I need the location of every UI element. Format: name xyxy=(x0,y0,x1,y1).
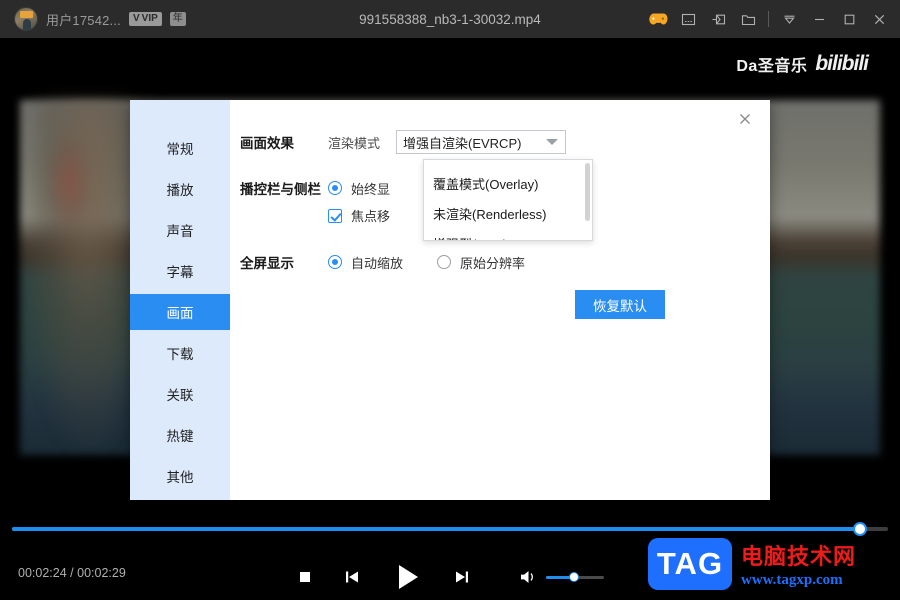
fullscreen-label: 全屏显示 xyxy=(240,256,294,271)
titlebar-buttons xyxy=(643,4,900,34)
row-focus-move: 焦点移 xyxy=(328,206,390,225)
sidebar-item-download[interactable]: 下载 xyxy=(130,336,230,371)
dropdown-scrollbar[interactable] xyxy=(585,163,590,221)
sidebar-item-label: 下载 xyxy=(166,347,194,363)
render-mode-dropdown: 覆盖模式(Overlay) 未渲染(Renderless) 增强型(EVR) xyxy=(423,159,593,241)
sidebar-item-label: 常规 xyxy=(166,141,194,157)
sidebar-item-label: 声音 xyxy=(166,223,194,239)
cast-icon[interactable] xyxy=(703,4,733,34)
volume-button[interactable] xyxy=(518,568,538,586)
sidebar-item-hotkeys[interactable]: 热键 xyxy=(130,418,230,453)
sidebar-item-audio[interactable]: 声音 xyxy=(130,212,230,247)
sidebar-item-label: 关联 xyxy=(166,388,194,404)
volume-slider[interactable] xyxy=(546,572,604,582)
picture-effect-label: 画面效果 xyxy=(240,136,294,151)
next-button[interactable] xyxy=(452,567,472,587)
play-button[interactable] xyxy=(390,560,424,594)
checkbox-focus-move-label: 焦点移 xyxy=(351,209,391,224)
sidebar-item-label: 热键 xyxy=(166,429,194,445)
watermark-text: 电脑技术网 www.tagxp.com xyxy=(741,539,856,589)
user-name: 用户17542... xyxy=(46,12,121,28)
previous-button[interactable] xyxy=(342,567,362,587)
stop-button[interactable] xyxy=(296,568,314,586)
sidebar-item-picture[interactable]: 画面 xyxy=(130,294,230,330)
site-watermark: TAG 电脑技术网 www.tagxp.com xyxy=(648,538,856,590)
render-mode-value: 增强自渲染(EVRCP) xyxy=(403,135,522,151)
volume-control xyxy=(518,568,604,586)
radio-fullscreen-auto[interactable] xyxy=(328,255,342,269)
folder-icon[interactable] xyxy=(733,4,763,34)
progress-fill xyxy=(12,527,860,531)
render-mode-select[interactable]: 增强自渲染(EVRCP) xyxy=(396,130,566,154)
title-bar: 用户17542... V VIP 年 991558388_nb3-1-30032… xyxy=(0,0,900,38)
dropdown-option-overlay[interactable]: 覆盖模式(Overlay) xyxy=(424,168,592,198)
radio-fullscreen-auto-label: 自动缩放 xyxy=(351,255,404,271)
titlebar-user-area[interactable]: 用户17542... V VIP 年 xyxy=(0,7,186,31)
watermark-chinese-name: 电脑技术网 xyxy=(741,545,857,570)
watermark-url: www.tagxp.com xyxy=(741,572,843,588)
video-subject-highlight xyxy=(48,134,90,229)
dropdown-option-renderless[interactable]: 未渲染(Renderless) xyxy=(424,198,592,228)
vip-check-icon: V xyxy=(133,13,140,24)
radio-fullscreen-native-label: 原始分辨率 xyxy=(460,255,526,271)
radio-fullscreen-native[interactable] xyxy=(437,255,452,269)
radio-always-show-label: 始终显 xyxy=(351,181,391,197)
dialog-close-icon[interactable] xyxy=(734,108,756,130)
file-title: 991558388_nb3-1-30032.mp4 xyxy=(359,11,541,27)
vip-badge-label: VIP xyxy=(141,13,158,24)
tag-badge: TAG xyxy=(648,538,732,590)
volume-handle[interactable] xyxy=(569,572,579,582)
channel-name: Da圣音乐 xyxy=(736,58,808,75)
sidebar-item-label: 画面 xyxy=(166,305,194,321)
maximize-button[interactable] xyxy=(834,4,864,34)
gamepad-icon[interactable] xyxy=(643,4,673,34)
year-badge: 年 xyxy=(169,12,186,26)
vip-badge: V VIP xyxy=(129,12,162,26)
sidebar-item-subtitle[interactable]: 字幕 xyxy=(130,253,230,288)
avatar[interactable] xyxy=(14,7,38,31)
dropdown-option-evr[interactable]: 增强型(EVR) xyxy=(424,228,592,241)
row-picture-effect: 画面效果 渲染模式 增强自渲染(EVRCP) xyxy=(240,130,566,154)
sidebar-item-general[interactable]: 常规 xyxy=(130,130,230,165)
row-control-bar: 播控栏与侧栏 始终显 xyxy=(240,178,390,198)
sidebar-item-other[interactable]: 其他 xyxy=(130,459,230,494)
channel-logo-overlay: Da圣音乐 bilibili xyxy=(736,52,869,76)
minimize-button[interactable] xyxy=(804,4,834,34)
video-player-window: 用户17542... V VIP 年 991558388_nb3-1-30032… xyxy=(0,0,900,600)
sidebar-item-label: 播放 xyxy=(166,182,194,198)
control-bar-label: 播控栏与侧栏 xyxy=(240,182,321,197)
close-button[interactable] xyxy=(864,4,894,34)
restore-default-button[interactable]: 恢复默认 xyxy=(575,290,665,319)
bilibili-logo: bilibili xyxy=(815,52,869,75)
sidebar-item-playback[interactable]: 播放 xyxy=(130,171,230,206)
progress-bar[interactable] xyxy=(12,522,888,536)
menu-icon[interactable] xyxy=(774,4,804,34)
screenshot-icon[interactable] xyxy=(673,4,703,34)
titlebar-divider xyxy=(768,11,769,27)
render-mode-label: 渲染模式 xyxy=(328,135,381,151)
progress-handle[interactable] xyxy=(853,522,867,536)
settings-sidebar: 常规 播放 声音 字幕 画面 下载 关联 热键 其他 xyxy=(130,100,230,500)
sidebar-item-label: 其他 xyxy=(166,470,194,486)
sidebar-item-label: 字幕 xyxy=(166,264,194,280)
radio-always-show[interactable] xyxy=(328,181,342,195)
checkbox-focus-move[interactable] xyxy=(328,208,342,223)
row-fullscreen: 全屏显示 自动缩放 原始分辨率 xyxy=(240,252,525,272)
sidebar-item-association[interactable]: 关联 xyxy=(130,377,230,412)
chevron-down-icon xyxy=(546,139,558,145)
